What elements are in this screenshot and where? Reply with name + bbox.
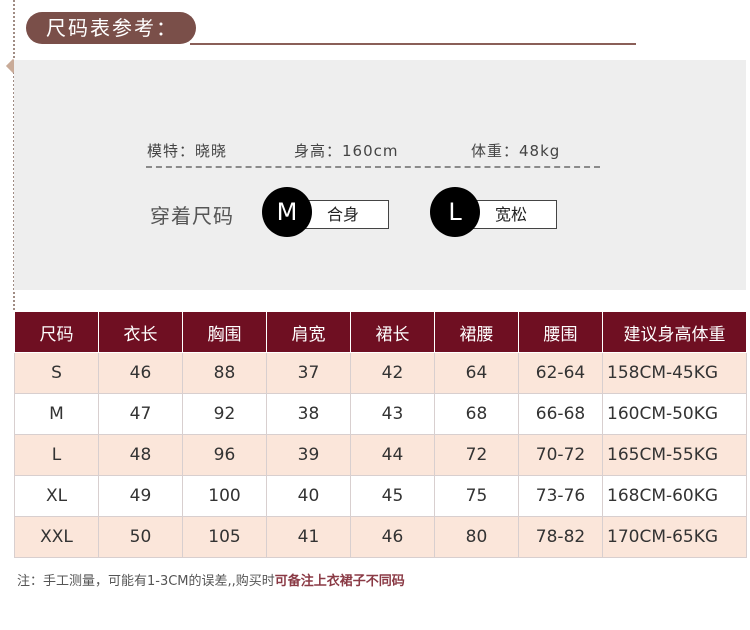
header-size: 尺码: [14, 311, 99, 353]
table-cell: 68: [434, 393, 519, 435]
measurement-note: 注：手工测量，可能有1-3CM的误差,,购买时可备注上衣裙子不同码: [17, 570, 405, 589]
table-row: M 47 92 38 43 68 66-68 160CM-50KG: [14, 393, 747, 435]
table-cell: 37: [266, 352, 351, 394]
size-table: 尺码 衣长 胸围 肩宽 裙长 裙腰 腰围 建议身高体重 S 46 88 37 4…: [14, 311, 747, 558]
table-cell: XL: [14, 475, 99, 517]
table-cell: 46: [350, 516, 435, 558]
table-cell: 158CM-45KG: [602, 352, 747, 394]
table-cell: 40: [266, 475, 351, 517]
table-cell: 75: [434, 475, 519, 517]
table-header-row: 尺码 衣长 胸围 肩宽 裙长 裙腰 腰围 建议身高体重: [14, 311, 747, 353]
header-skirt-length: 裙长: [350, 311, 435, 353]
table-cell: 44: [350, 434, 435, 476]
header-skirt-waist: 裙腰: [434, 311, 519, 353]
table-cell: 170CM-65KG: [602, 516, 747, 558]
table-cell: 100: [182, 475, 267, 517]
table-cell: L: [14, 434, 99, 476]
table-cell: 64: [434, 352, 519, 394]
header-recommended: 建议身高体重: [602, 311, 747, 353]
table-cell: 42: [350, 352, 435, 394]
model-name: 模特：晓晓: [147, 142, 228, 160]
table-cell: 72: [434, 434, 519, 476]
table-cell: 46: [98, 352, 183, 394]
table-cell: M: [14, 393, 99, 435]
title-underline: [190, 43, 636, 45]
table-row: S 46 88 37 42 64 62-64 158CM-45KG: [14, 352, 747, 394]
note-text: 注：手工测量，可能有1-3CM的误差,,购买时: [17, 574, 275, 589]
table-cell: 160CM-50KG: [602, 393, 747, 435]
table-cell: 62-64: [518, 352, 603, 394]
header-length: 衣长: [98, 311, 183, 353]
model-weight: 体重：48kg: [471, 142, 561, 160]
wear-size-label: 穿着尺码: [150, 204, 234, 228]
table-cell: 39: [266, 434, 351, 476]
table-cell: 96: [182, 434, 267, 476]
table-cell: 66-68: [518, 393, 603, 435]
table-cell: S: [14, 352, 99, 394]
table-cell: 105: [182, 516, 267, 558]
table-cell: 48: [98, 434, 183, 476]
table-cell: 49: [98, 475, 183, 517]
page-title: 尺码表参考：: [26, 12, 196, 44]
table-row: XXL 50 105 41 46 80 78-82 170CM-65KG: [14, 516, 747, 558]
table-row: L 48 96 39 44 72 70-72 165CM-55KG: [14, 434, 747, 476]
header-bust: 胸围: [182, 311, 267, 353]
table-cell: 80: [434, 516, 519, 558]
table-cell: 45: [350, 475, 435, 517]
table-row: XL 49 100 40 45 75 73-76 168CM-60KG: [14, 475, 747, 517]
table-cell: 38: [266, 393, 351, 435]
table-cell: 92: [182, 393, 267, 435]
size-badge-m: M: [262, 187, 312, 237]
model-height: 身高：160cm: [294, 142, 399, 160]
table-cell: 47: [98, 393, 183, 435]
table-cell: XXL: [14, 516, 99, 558]
header-waist: 腰围: [518, 311, 603, 353]
table-cell: 168CM-60KG: [602, 475, 747, 517]
table-cell: 78-82: [518, 516, 603, 558]
table-cell: 73-76: [518, 475, 603, 517]
table-cell: 88: [182, 352, 267, 394]
table-cell: 41: [266, 516, 351, 558]
table-cell: 43: [350, 393, 435, 435]
table-cell: 70-72: [518, 434, 603, 476]
model-info-panel: [14, 60, 746, 290]
table-cell: 50: [98, 516, 183, 558]
table-cell: 165CM-55KG: [602, 434, 747, 476]
dashed-divider: [146, 166, 600, 168]
size-badge-l: L: [430, 187, 480, 237]
header-shoulder: 肩宽: [266, 311, 351, 353]
note-highlight: 可备注上衣裙子不同码: [274, 574, 405, 589]
